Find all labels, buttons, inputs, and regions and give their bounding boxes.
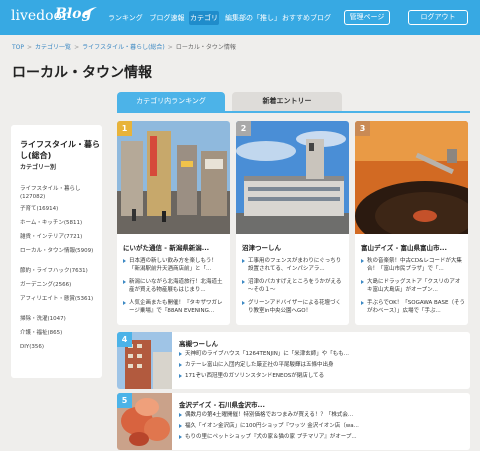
rank-badge: 3 — [355, 121, 370, 136]
manage-page-button[interactable]: 管理ページ — [344, 10, 390, 25]
card-entry-link[interactable]: 偶数月の第4土曜開催！特別価格でおつまみが買える！？「株式会... — [179, 411, 465, 419]
sidebar-item-interior[interactable]: 雑貨・インテリア(7721) — [20, 233, 100, 241]
card-entry-link[interactable]: 手ぶらでOK！「SOGAWA BASE（そうがわベース）」広場で「手ぶ... — [361, 299, 465, 315]
ranking-card-2[interactable]: 2 沼津つーしん 工事用のフェンスがまわりにぐっちり設置されてる、インパシアラ.… — [236, 121, 349, 325]
nav-ranking[interactable]: ランキング — [108, 11, 143, 25]
breadcrumb-top[interactable]: TOP — [12, 44, 24, 51]
tab-underline — [117, 111, 470, 113]
sidebar-item-cleaning[interactable]: 掃除・洗濯(1047) — [20, 315, 100, 323]
card-blog-title[interactable]: 高槻つーしん — [179, 338, 218, 348]
sidebar-item-affiliate[interactable]: アフィリエイト・懸賞(5361) — [20, 295, 100, 303]
sidebar-item-diy[interactable]: DIY(356) — [20, 343, 100, 351]
card-blog-title[interactable]: にいがた通信 - 新潟県新潟... — [123, 242, 227, 252]
sidebar-item-home-kitchen[interactable]: ホーム・キッチン(5811) — [20, 219, 100, 227]
tab-category-ranking[interactable]: カテゴリ内ランキング — [117, 92, 225, 111]
sidebar-item-local-town[interactable]: ローカル・タウン情報(5909) — [20, 247, 100, 255]
card-blog-title[interactable]: 沼津つーしん — [242, 242, 346, 252]
card-entry-link[interactable]: カテーレ富山に入団内定した厳正社の平尾駿輝は五條中出身 — [179, 361, 465, 369]
card-entry-link[interactable]: 日本酒の新しい飲み方を楽しもう！「新潟駅前升天酒商店前」と「... — [123, 257, 227, 273]
sidebar-item-care[interactable]: 介護・福祉(865) — [20, 329, 100, 337]
card-thumbnail-image[interactable] — [117, 121, 230, 234]
card-entry-link[interactable]: グリーンアドバイザーによる花壇づくり教室in中央公園へGO！ — [242, 299, 346, 315]
nav-editor-picks[interactable]: 編集部の「推し」 — [225, 11, 281, 25]
logo-swoosh-icon — [83, 7, 97, 15]
sidebar-subtitle: カテゴリー別 — [20, 164, 57, 171]
sidebar-item-lifestyle[interactable]: ライフスタイル・暮らし(127082) — [20, 185, 100, 201]
sidebar-item-parenting[interactable]: 子育て(16914) — [20, 205, 100, 213]
card-entry-link[interactable]: 大島にドラッグストア「クスリのアオキ富山大島店」がオープン... — [361, 278, 465, 294]
nav-recommended[interactable]: おすすめブログ — [282, 11, 331, 25]
nav-category[interactable]: カテゴリ — [189, 11, 219, 25]
card-entry-link[interactable]: 人気企画またも開催！『タキザワガレージ乗場』で『88AN EVENING... — [123, 299, 227, 315]
logout-button[interactable]: ログアウト — [408, 10, 468, 25]
card-entry-link[interactable]: 福久「イオン金沢店」に100円ショップ『ワッツ 金沢イオン店（wa... — [179, 422, 465, 430]
breadcrumb-current: ローカル・タウン情報 — [175, 44, 236, 51]
card-entry-link[interactable]: 沼津のパカすげえところをうかがえる～その１～ — [242, 278, 346, 294]
rank-badge: 5 — [117, 393, 132, 408]
card-entry-link[interactable]: 天神町のライブハウス「1264TENJIN」に「米津玄師」や「もも... — [179, 350, 465, 358]
site-header: livedoor Blog ランキング ブログ速報 カテゴリ 編集部の「推し」 … — [0, 0, 480, 35]
card-blog-title[interactable]: 金沢デイズ - 石川県金沢市... — [179, 399, 265, 409]
sidebar-item-gardening[interactable]: ガーデニング(2566) — [20, 281, 100, 289]
card-entry-link[interactable]: 工事用のフェンスがまわりにぐっちり設置されてる、インパシアラ... — [242, 257, 346, 273]
card-entry-link[interactable]: 秋の音楽祭！中古CD&レコードが大集合！「富山市民プラザ」で「... — [361, 257, 465, 273]
card-entry-link[interactable]: 新潟にいながら北海道旅行！北海道土産が買える物産展もはじまり... — [123, 278, 227, 294]
breadcrumb: TOP > カテゴリ一覧 > ライフスタイル・暮らし(総合) > ローカル・タウン情報 — [12, 44, 236, 51]
sidebar-item-lifehack[interactable]: 節約・ライフハック(7631) — [20, 267, 100, 275]
card-entry-link[interactable]: 171ぞい西冠里のガソリンスタンドENEOSが閉店してる — [179, 372, 465, 380]
ranking-card-1[interactable]: 1 にいがた通信 - 新潟県新潟... 日本酒の新しい飲み方を楽しもう！「新潟駅… — [117, 121, 230, 325]
rank-badge: 2 — [236, 121, 251, 136]
breadcrumb-lifestyle[interactable]: ライフスタイル・暮らし(総合) — [82, 44, 165, 51]
nav-blog-news[interactable]: ブログ速報 — [148, 11, 186, 25]
ranking-card-4[interactable]: 4 高槻つーしん 天神町のライブハウス「1264TENJIN」に「米津玄師」や「… — [117, 332, 470, 389]
page-title: ローカル・タウン情報 — [12, 65, 152, 81]
breadcrumb-category-list[interactable]: カテゴリ一覧 — [35, 44, 71, 51]
sidebar-title: ライフスタイル・暮らし(総合) — [20, 140, 100, 160]
card-entry-link[interactable]: もりの里にペットショップ『犬の家＆猫の家 プチマリア』がオープ... — [179, 433, 465, 441]
rank-badge: 1 — [117, 121, 132, 136]
ranking-card-3[interactable]: 3 富山デイズ - 富山県富山市... 秋の音楽祭！中古CD&レコードが大集合！… — [355, 121, 468, 325]
card-thumbnail-image[interactable] — [236, 121, 349, 234]
ranking-card-5[interactable]: 5 金沢デイズ - 石川県金沢市... 偶数月の第4土曜開催！特別価格でおつまみ… — [117, 393, 470, 450]
rank-badge: 4 — [117, 332, 132, 347]
card-thumbnail-image[interactable] — [355, 121, 468, 234]
tab-new-entries[interactable]: 新着エントリー — [232, 92, 342, 111]
card-blog-title[interactable]: 富山デイズ - 富山県富山市... — [361, 242, 465, 252]
category-sidebar: ライフスタイル・暮らし(総合) カテゴリー別 ライフスタイル・暮らし(12708… — [11, 125, 102, 378]
